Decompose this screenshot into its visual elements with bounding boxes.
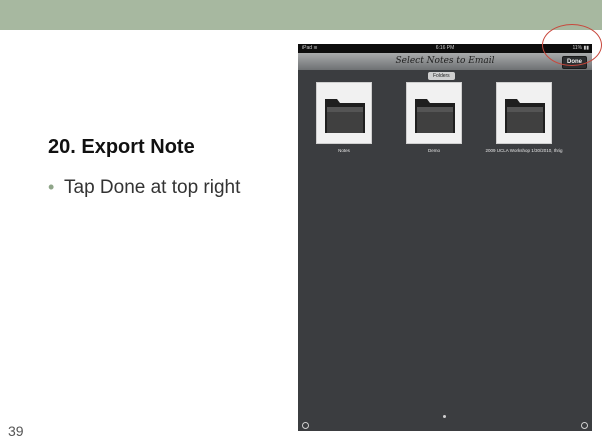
ipad-screenshot: iPad ≋ 6:16 PM 11% ▮▮ Select Notes to Em… <box>298 44 592 431</box>
folder-tile[interactable] <box>316 82 372 144</box>
folder-icon <box>505 99 545 133</box>
gear-icon[interactable] <box>581 422 588 429</box>
done-highlight-circle <box>542 24 602 66</box>
slide-header-band <box>0 0 602 30</box>
folder-label: 2009 UCLA Workshop 1/30/2010, Ihrig <box>485 148 563 153</box>
slide-number: 39 <box>8 423 24 439</box>
folder-tile[interactable] <box>496 82 552 144</box>
settings-icon[interactable] <box>302 422 309 429</box>
folder-icon <box>325 99 365 133</box>
folder-label: Demo <box>427 148 440 153</box>
page-indicator-dot <box>443 415 446 418</box>
bullet-list: • Tap Done at top right <box>48 176 258 199</box>
folders-tab[interactable]: Folders <box>428 72 455 80</box>
folder-label: Notes <box>338 148 350 153</box>
bullet-marker-icon: • <box>48 177 55 197</box>
slide-title: 20. Export Note <box>48 136 195 158</box>
bullet-item: • Tap Done at top right <box>48 176 258 199</box>
bullet-text: Tap Done at top right <box>64 177 241 198</box>
folder-tile[interactable] <box>406 82 462 144</box>
folder-icon <box>415 99 455 133</box>
